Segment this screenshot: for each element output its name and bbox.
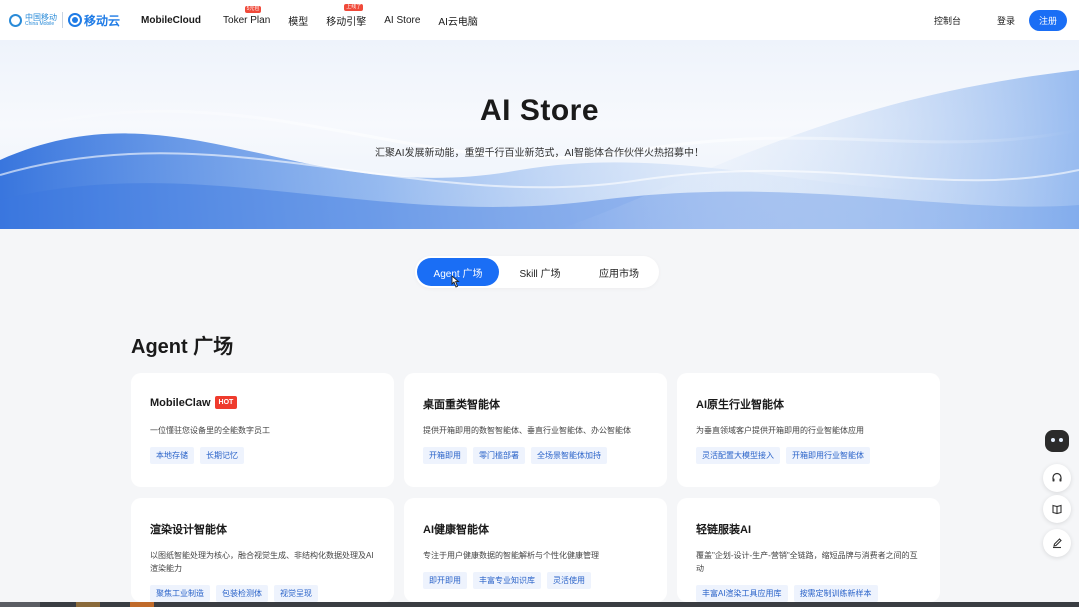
headset-icon bbox=[1052, 472, 1062, 482]
card-tag: 长期记忆 bbox=[200, 447, 244, 464]
china-mobile-logo-icon bbox=[9, 13, 22, 27]
agent-card[interactable]: 渲染设计智能体 以图纸智能处理为核心，融合视觉生成、非结构化数据处理及AI 渲染… bbox=[131, 498, 394, 602]
agent-card[interactable]: 桌面重类智能体 提供开箱即用的数智智能体、垂直行业智能体、办公智能体 开箱即用 … bbox=[404, 373, 667, 487]
card-tag: 视觉呈现 bbox=[274, 585, 318, 602]
login-link[interactable]: 登录 bbox=[997, 14, 1015, 27]
card-title: AI健康智能体 bbox=[423, 524, 489, 536]
card-description: 提供开箱即用的数智智能体、垂直行业智能体、办公智能体 bbox=[423, 426, 631, 435]
card-tag: 开箱即用行业智能体 bbox=[786, 447, 870, 464]
hero-title: AI Store bbox=[479, 94, 600, 127]
nav-item-toker-plan[interactable]: Toker Plan 5元包 bbox=[223, 5, 271, 26]
card-description: 专注于用户健康数据的智能解析与个性化健康管理 bbox=[423, 551, 599, 560]
nav-item-mobile-engine[interactable]: 移动引擎 上线了 bbox=[326, 3, 367, 28]
signup-button[interactable]: 注册 bbox=[1029, 9, 1067, 31]
nav-item-models[interactable]: 模型 bbox=[288, 13, 308, 28]
agent-card[interactable]: AI原生行业智能体 为垂直领域客户提供开箱即用的行业智能体应用 灵活配置大模型接… bbox=[677, 373, 940, 487]
card-description: 以图纸智能处理为核心，融合视觉生成、非结构化数据处理及AI 渲染能力 bbox=[150, 551, 374, 573]
card-tag: 全场景智能体加持 bbox=[531, 447, 607, 464]
card-title: AI原生行业智能体 bbox=[696, 399, 784, 411]
card-tag: 丰富专业知识库 bbox=[473, 572, 541, 589]
nav-label: 模型 bbox=[288, 16, 309, 28]
nav-label: AI云电脑 bbox=[438, 16, 478, 28]
nav-label: MobileCloud bbox=[141, 14, 202, 26]
china-mobile-logo: 中国移动 China Mobile bbox=[9, 13, 57, 27]
card-tag: 本地存储 bbox=[150, 447, 194, 464]
top-navbar: 中国移动 China Mobile 移动云 MobileCloud Toker … bbox=[0, 0, 1079, 40]
agent-card[interactable]: MobileClaw HOT 一位懂驻您设备里的全能数字员工 本地存储 长期记忆 bbox=[131, 373, 394, 487]
support-button[interactable] bbox=[1043, 464, 1071, 492]
tab-skill-square[interactable]: Skill 广场 bbox=[499, 258, 581, 286]
card-tag: 零门槛部署 bbox=[473, 447, 525, 464]
card-title: 轻链服装AI bbox=[696, 524, 751, 536]
hand-cursor-icon bbox=[451, 275, 460, 288]
logo[interactable]: 中国移动 China Mobile 移动云 bbox=[9, 0, 120, 40]
card-tag: 灵活配置大模型接入 bbox=[696, 447, 780, 464]
feedback-button[interactable] bbox=[1043, 529, 1071, 557]
card-tag: 按需定制训练新样本 bbox=[793, 585, 878, 602]
card-description: 为垂直领域客户提供开箱即用的行业智能体应用 bbox=[696, 426, 864, 435]
nav-label: Toker Plan bbox=[223, 14, 271, 26]
book-icon bbox=[1052, 504, 1062, 515]
card-tags: 开箱即用 零门槛部署 全场景智能体加持 bbox=[423, 447, 613, 464]
card-tags: 即开即用 丰富专业知识库 灵活使用 bbox=[423, 572, 597, 589]
agent-card[interactable]: AI健康智能体 专注于用户健康数据的智能解析与个性化健康管理 即开即用 丰富专业… bbox=[404, 498, 667, 602]
tab-app-market[interactable]: 应用市场 bbox=[581, 258, 657, 286]
ai-assistant-robot-icon[interactable] bbox=[1045, 430, 1069, 452]
nav-item-ai-cloud-pc[interactable]: AI云电脑 bbox=[438, 13, 477, 28]
cloud-brand-text: 移动云 bbox=[84, 13, 121, 28]
card-tag: 开箱即用 bbox=[423, 447, 467, 464]
hero-banner: AI Store 汇聚AI发展新动能，重塑千行百业新范式，AI智能体合作伙伴火热… bbox=[0, 40, 1079, 229]
docs-button[interactable] bbox=[1043, 495, 1071, 523]
card-tags: 灵活配置大模型接入 开箱即用行业智能体 bbox=[696, 447, 876, 464]
taskbar-segment bbox=[130, 602, 154, 607]
edit-icon bbox=[1053, 538, 1062, 549]
card-tag: 包装检测体 bbox=[216, 585, 268, 602]
card-tag: 丰富AI渲染工具应用库 bbox=[696, 585, 788, 602]
nav-badge: 上线了 bbox=[344, 3, 364, 11]
card-description: 一位懂驻您设备里的全能数字员工 bbox=[150, 426, 270, 435]
logo-divider bbox=[62, 12, 63, 28]
card-title: 渲染设计智能体 bbox=[150, 524, 227, 536]
agent-card[interactable]: 轻链服装AI 覆盖"企划-设计-生产-营销"全链路，缩短品牌与消费者之间的互动 … bbox=[677, 498, 940, 602]
nav-item-mobilecloud[interactable]: MobileCloud bbox=[141, 15, 201, 26]
nav-badge: 5元包 bbox=[244, 5, 262, 13]
section-title: Agent 广场 bbox=[131, 336, 234, 358]
card-title: 桌面重类智能体 bbox=[423, 399, 500, 411]
card-tag: 即开即用 bbox=[423, 572, 467, 589]
hero-wave-graphic bbox=[0, 70, 1079, 229]
header-actions: 控制台 登录 注册 bbox=[934, 0, 1067, 40]
card-tags: 本地存储 长期记忆 bbox=[150, 447, 250, 464]
card-tag: 聚焦工业制造 bbox=[150, 585, 210, 602]
card-tags: 聚焦工业制造 包装检测体 视觉呈现 bbox=[150, 585, 324, 602]
nav-label: 移动引擎 bbox=[326, 16, 367, 28]
logo-en-text: China Mobile bbox=[25, 20, 55, 27]
nav-label: AI Store bbox=[384, 14, 421, 26]
card-description: 覆盖"企划-设计-生产-营销"全链路，缩短品牌与消费者之间的互动 bbox=[696, 551, 918, 573]
card-tag: 灵活使用 bbox=[547, 572, 591, 589]
nav-item-ai-store[interactable]: AI Store bbox=[384, 15, 420, 26]
taskbar-segment bbox=[0, 602, 40, 607]
bottom-taskbar-strip bbox=[0, 602, 1079, 607]
hot-badge: HOT bbox=[214, 396, 238, 409]
main-nav: MobileCloud Toker Plan 5元包 模型 移动引擎 上线了 AI … bbox=[141, 0, 496, 40]
card-tags: 丰富AI渲染工具应用库 按需定制训练新样本 bbox=[696, 585, 884, 602]
cloud-logo-icon bbox=[68, 13, 82, 27]
taskbar-segment bbox=[76, 602, 100, 607]
card-title: MobileClaw bbox=[150, 396, 211, 409]
console-link[interactable]: 控制台 bbox=[934, 14, 961, 27]
hero-subtitle: 汇聚AI发展新动能，重塑千行百业新范式，AI智能体合作伙伴火热招募中！ bbox=[375, 148, 704, 159]
